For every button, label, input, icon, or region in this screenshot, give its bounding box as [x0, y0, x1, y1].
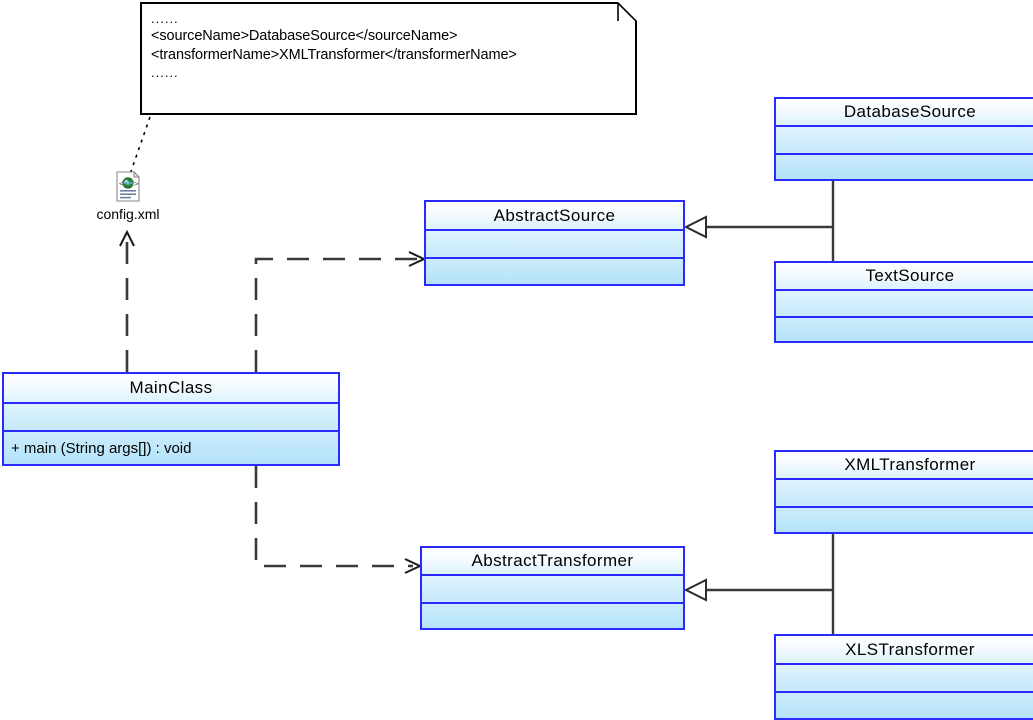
class-title-compartment: TextSource — [776, 263, 1033, 291]
class-box-text-source[interactable]: TextSource — [774, 261, 1033, 343]
class-operations-compartment: + main (String args[]) : void — [4, 432, 338, 464]
class-operations-compartment — [422, 604, 683, 628]
class-attributes — [776, 127, 783, 144]
class-title-compartment: DatabaseSource — [776, 99, 1033, 127]
class-operations-compartment — [776, 318, 1033, 341]
class-operations-compartment — [426, 259, 683, 284]
class-operations-compartment — [776, 155, 1033, 179]
class-name: TextSource — [865, 266, 955, 285]
xml-document-icon: < > — [116, 170, 141, 202]
uml-diagram-canvas: ...... <sourceName>DatabaseSource</sourc… — [0, 0, 1033, 720]
class-name: XLSTransformer — [845, 639, 975, 659]
class-box-abstract-source[interactable]: AbstractSource — [424, 200, 685, 286]
artifact-label: config.xml — [96, 206, 160, 222]
mainclass-to-abstractsource-connector — [254, 251, 427, 372]
note-text-block: ...... <sourceName>DatabaseSource</sourc… — [151, 10, 621, 81]
class-name: MainClass — [129, 378, 213, 397]
class-attributes — [426, 231, 433, 248]
transformer-generalization-connector — [683, 534, 835, 634]
class-operations-compartment — [776, 693, 1033, 718]
class-box-xls-transformer[interactable]: XLSTransformer — [774, 634, 1033, 720]
note-line-4: ...... — [151, 65, 179, 80]
class-name: AbstractTransformer — [471, 551, 634, 570]
class-attributes-compartment — [4, 404, 338, 432]
class-title-compartment: XMLTransformer — [776, 452, 1033, 480]
note-line-1: ...... — [151, 11, 179, 26]
note-comment: ...... <sourceName>DatabaseSource</sourc… — [140, 2, 637, 115]
svg-text:>: > — [133, 180, 139, 188]
class-attributes — [4, 404, 11, 421]
class-attributes — [422, 576, 429, 593]
class-attributes-compartment — [776, 291, 1033, 318]
class-name: AbstractSource — [493, 205, 616, 225]
mainclass-to-artifact-connector — [119, 229, 135, 372]
class-attributes — [776, 291, 783, 308]
class-name: DatabaseSource — [843, 102, 977, 121]
artifact-config-xml[interactable]: < > config.xml — [88, 170, 168, 222]
class-operations: + main (String args[]) : void — [11, 439, 192, 457]
class-box-abstract-transformer[interactable]: AbstractTransformer — [420, 546, 685, 630]
class-attributes-compartment — [776, 480, 1033, 508]
class-title-compartment: AbstractSource — [426, 202, 683, 231]
class-attributes-compartment — [776, 665, 1033, 693]
class-operations-compartment — [776, 508, 1033, 532]
svg-text:<: < — [118, 180, 124, 188]
class-attributes-compartment — [776, 127, 1033, 155]
class-attributes — [776, 665, 783, 682]
class-attributes-compartment — [426, 231, 683, 259]
class-attributes-compartment — [422, 576, 683, 604]
note-line-3: <transformerName>XMLTransformer</transfo… — [151, 46, 517, 63]
class-title-compartment: XLSTransformer — [776, 636, 1033, 665]
class-name: XMLTransformer — [844, 455, 976, 474]
class-box-main-class[interactable]: MainClass + main (String args[]) : void — [2, 372, 340, 466]
class-box-xml-transformer[interactable]: XMLTransformer — [774, 450, 1033, 534]
note-line-2: <sourceName>DatabaseSource</sourceName> — [151, 28, 458, 44]
class-box-database-source[interactable]: DatabaseSource — [774, 97, 1033, 181]
source-generalization-connector — [683, 181, 835, 261]
mainclass-to-abstracttransformer-connector — [254, 466, 423, 574]
class-title-compartment: AbstractTransformer — [422, 548, 683, 576]
class-attributes — [776, 480, 783, 497]
class-title-compartment: MainClass — [4, 374, 338, 404]
